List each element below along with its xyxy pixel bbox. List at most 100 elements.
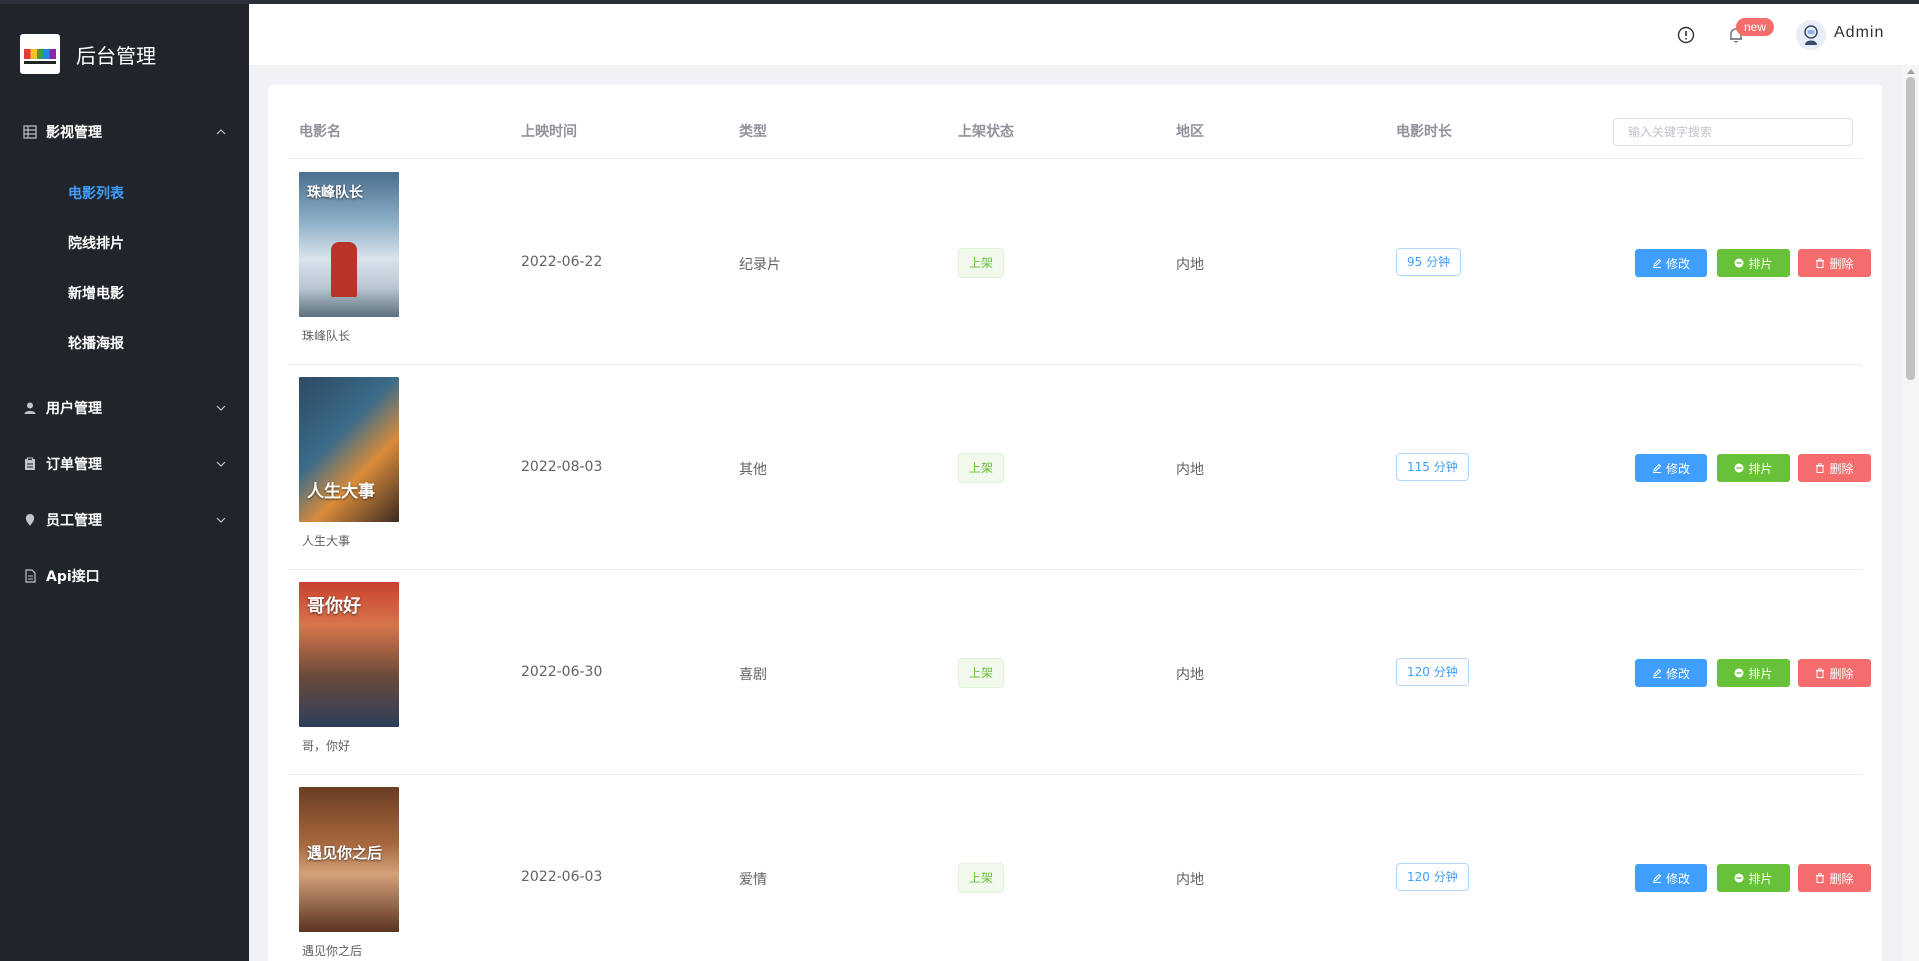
status-badge: 上架 [958, 658, 1005, 688]
edit-button[interactable]: 修改 [1635, 864, 1707, 892]
region: 内地 [1176, 667, 1204, 683]
table-row: 遇见你之后 遇见你之后 2022-06-03 爱情 上架 内地 120 分钟 修… [288, 775, 1871, 961]
edit-icon [1652, 873, 1662, 883]
menu-api[interactable]: Api接口 [0, 548, 249, 604]
menu-label: Api接口 [46, 569, 100, 585]
minus-circle-icon [1734, 463, 1744, 473]
schedule-button[interactable]: 排片 [1717, 249, 1790, 277]
menu-order-management[interactable]: 订单管理 [0, 436, 249, 492]
movie-name: 遇见你之后 [302, 944, 363, 958]
menu-staff-management[interactable]: 员工管理 [0, 492, 249, 548]
duration-tag: 120 分钟 [1396, 658, 1469, 686]
table-row: 哥你好 哥，你好 2022-06-30 喜剧 上架 内地 120 分钟 修改 排… [288, 570, 1871, 775]
column-header-genre: 类型 [739, 124, 767, 140]
edit-button[interactable]: 修改 [1635, 659, 1707, 687]
chevron-down-icon [215, 514, 227, 526]
pin-icon [22, 512, 38, 528]
brand: 后台管理 [0, 4, 249, 104]
menu-label: 订单管理 [46, 457, 102, 473]
scroll-thumb[interactable] [1906, 77, 1915, 380]
minus-circle-icon [1734, 668, 1744, 678]
user-icon [22, 400, 38, 416]
schedule-button[interactable]: 排片 [1717, 864, 1790, 892]
logo [20, 34, 60, 74]
genre: 爱情 [739, 872, 767, 888]
column-header-region: 地区 [1176, 124, 1204, 140]
schedule-button[interactable]: 排片 [1717, 659, 1790, 687]
minus-circle-icon [1734, 873, 1744, 883]
menu-label: 影视管理 [46, 125, 102, 141]
edit-icon [1652, 463, 1662, 473]
duration-tag: 120 分钟 [1396, 863, 1469, 891]
genre: 纪录片 [739, 257, 781, 273]
top-header: new Admin [249, 4, 1919, 65]
sidebar-item-movie-list[interactable]: 电影列表 [0, 168, 249, 218]
movie-table-card: 电影名 上映时间 类型 上架状态 地区 电影时长 珠峰队长 珠峰队长 2022-… [268, 85, 1882, 961]
scroll-up-arrow[interactable] [1907, 69, 1915, 74]
chevron-down-icon [215, 458, 227, 470]
delete-button[interactable]: 删除 [1798, 659, 1871, 687]
menu-group-film: 影视管理 电影列表 院线排片 新增电影 轮播海报 [0, 104, 249, 380]
search-input[interactable] [1613, 118, 1853, 146]
release-date: 2022-06-03 [521, 869, 603, 885]
sidebar: 后台管理 影视管理 电影列表 院线排片 新增电影 轮播海报 用户管理 订单管理 … [0, 4, 249, 961]
movie-poster[interactable]: 珠峰队长 [299, 172, 399, 317]
release-date: 2022-08-03 [521, 459, 603, 475]
release-date: 2022-06-22 [521, 254, 603, 270]
genre: 喜剧 [739, 667, 767, 683]
page-scrollbar[interactable] [1902, 65, 1919, 961]
release-date: 2022-06-30 [521, 664, 603, 680]
table-row: 珠峰队长 珠峰队长 2022-06-22 纪录片 上架 内地 95 分钟 修改 … [288, 160, 1871, 365]
avatar[interactable] [1796, 20, 1826, 50]
region: 内地 [1176, 462, 1204, 478]
schedule-button[interactable]: 排片 [1717, 454, 1790, 482]
sidebar-item-add-movie[interactable]: 新增电影 [0, 268, 249, 318]
clipboard-icon [22, 456, 38, 472]
submenu-film: 电影列表 院线排片 新增电影 轮播海报 [0, 160, 249, 380]
column-header-release-date: 上映时间 [521, 124, 577, 140]
menu-user-management[interactable]: 用户管理 [0, 380, 249, 436]
table-row: 人生大事 人生大事 2022-08-03 其他 上架 内地 115 分钟 修改 … [288, 365, 1871, 570]
chevron-down-icon [215, 402, 227, 414]
minus-circle-icon [1734, 258, 1744, 268]
username[interactable]: Admin [1834, 24, 1884, 42]
menu-label: 用户管理 [46, 401, 102, 417]
genre: 其他 [739, 462, 767, 478]
edit-icon [1652, 668, 1662, 678]
notification-badge: new [1736, 18, 1775, 36]
movie-name: 人生大事 [302, 534, 351, 548]
menu-film-management[interactable]: 影视管理 [0, 104, 249, 160]
sidebar-item-cinema-schedule[interactable]: 院线排片 [0, 218, 249, 268]
movie-poster[interactable]: 人生大事 [299, 377, 399, 522]
trash-icon [1816, 668, 1825, 678]
trash-icon [1816, 258, 1825, 268]
delete-button[interactable]: 删除 [1798, 864, 1871, 892]
trash-icon [1816, 873, 1825, 883]
status-badge: 上架 [958, 453, 1005, 483]
sidebar-item-carousel-poster[interactable]: 轮播海报 [0, 318, 249, 368]
status-badge: 上架 [958, 863, 1005, 893]
region: 内地 [1176, 872, 1204, 888]
trash-icon [1816, 463, 1825, 473]
duration-tag: 115 分钟 [1396, 453, 1469, 481]
movie-poster[interactable]: 哥你好 [299, 582, 399, 727]
app-title: 后台管理 [76, 43, 156, 68]
info-icon[interactable] [1675, 24, 1697, 46]
movie-name: 珠峰队长 [302, 329, 351, 343]
edit-icon [1652, 258, 1662, 268]
window-top-strip [0, 0, 1919, 4]
column-header-duration: 电影时长 [1396, 124, 1452, 140]
duration-tag: 95 分钟 [1396, 248, 1462, 276]
column-header-status: 上架状态 [958, 124, 1014, 140]
menu-label: 员工管理 [46, 513, 102, 529]
edit-button[interactable]: 修改 [1635, 454, 1707, 482]
delete-button[interactable]: 删除 [1798, 249, 1871, 277]
delete-button[interactable]: 删除 [1798, 454, 1871, 482]
region: 内地 [1176, 257, 1204, 273]
grid-icon [22, 124, 38, 140]
chevron-up-icon [215, 126, 227, 138]
status-badge: 上架 [958, 248, 1005, 278]
edit-button[interactable]: 修改 [1635, 249, 1707, 277]
movie-poster[interactable]: 遇见你之后 [299, 787, 399, 932]
column-header-name: 电影名 [299, 124, 341, 140]
